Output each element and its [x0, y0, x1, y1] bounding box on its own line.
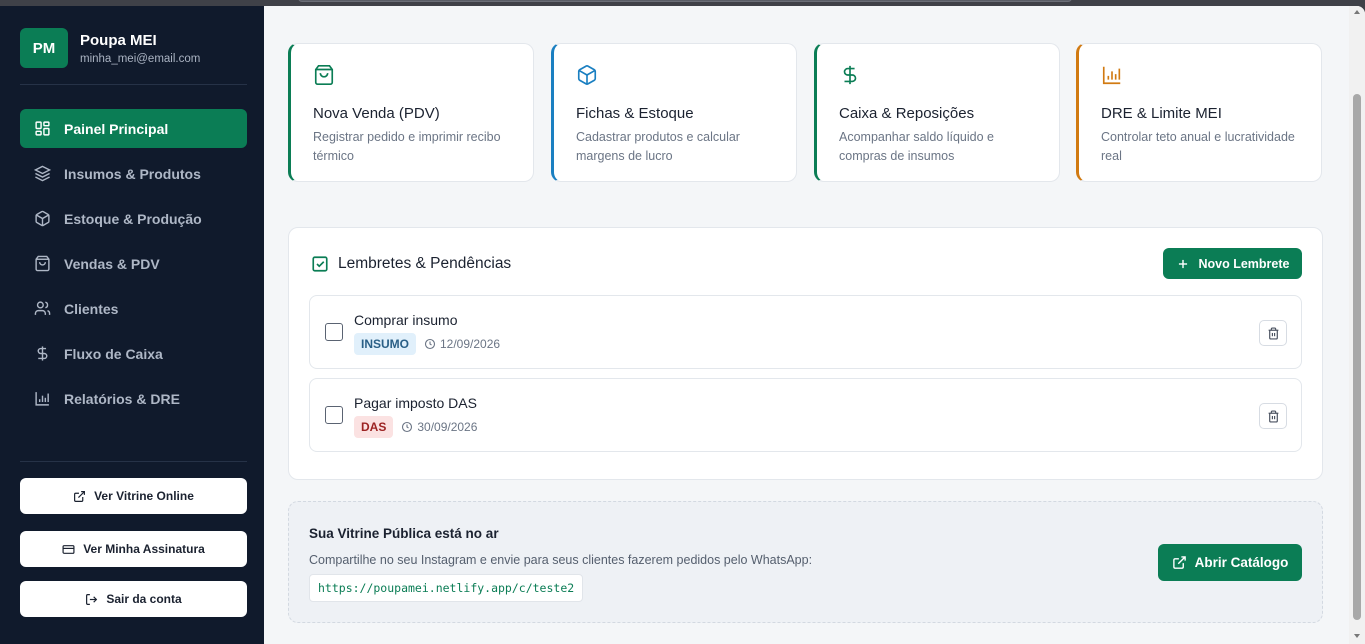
check-square-icon	[312, 256, 328, 272]
sidebar-divider	[20, 461, 247, 462]
reminder-item: Comprar insumo INSUMO 12/09/2026	[309, 295, 1302, 369]
box-icon	[577, 65, 597, 85]
sidebar-item-insumos-produtos[interactable]: Insumos & Produtos	[20, 154, 247, 193]
reminder-item: Pagar imposto DAS DAS 30/09/2026	[309, 378, 1302, 452]
card-description: Acompanhar saldo líquido e compras de in…	[839, 130, 994, 163]
reminders-header: Lembretes & Pendências	[311, 255, 511, 273]
promo-title: Sua Vitrine Pública está no ar	[309, 526, 499, 541]
reminder-date: 30/09/2026	[401, 420, 477, 434]
add-reminder-button[interactable]: Novo Lembrete	[1163, 248, 1302, 279]
brand: PM Poupa MEI minha_mei@email.com	[20, 28, 200, 68]
plus-icon	[1178, 259, 1187, 268]
sidebar-item-clientes[interactable]: Clientes	[20, 289, 247, 328]
delete-reminder-button[interactable]	[1259, 403, 1287, 429]
card-title: DRE & Limite MEI	[1101, 105, 1222, 122]
dollar-icon	[37, 346, 48, 361]
storefront-url[interactable]: https://poupamei.netlify.app/c/teste2	[309, 574, 584, 602]
sidebar-item-estoque-producao[interactable]: Estoque & Produção	[20, 199, 247, 238]
card-dre-limite[interactable]: DRE & Limite MEI Controlar teto anual e …	[1076, 43, 1322, 182]
address-bar[interactable]	[298, 0, 1072, 2]
clock-icon	[402, 421, 413, 433]
sidebar-item-label: Vendas & PDV	[64, 255, 160, 272]
storefront-promo: Sua Vitrine Pública está no ar Compartil…	[288, 501, 1323, 623]
open-catalog-label: Abrir Catálogo	[1194, 555, 1289, 570]
reminder-title: Pagar imposto DAS	[354, 395, 477, 411]
trash-icon	[1268, 409, 1278, 423]
users-icon	[34, 301, 51, 315]
reminder-checkbox[interactable]	[325, 406, 343, 424]
card-title: Fichas & Estoque	[576, 105, 694, 122]
shopping-bag-icon	[314, 65, 334, 85]
open-catalog-button[interactable]: Abrir Catálogo	[1158, 544, 1302, 581]
view-subscription-button[interactable]: Ver Minha Assinatura	[20, 531, 247, 567]
view-storefront-button[interactable]: Ver Vitrine Online	[20, 478, 247, 514]
grid-icon	[35, 121, 50, 136]
sidebar-divider	[20, 84, 247, 85]
sidebar: PM Poupa MEI minha_mei@email.com Painel …	[0, 6, 264, 644]
sidebar-item-label: Estoque & Produção	[64, 210, 202, 227]
reminder-date-text: 30/09/2026	[417, 420, 478, 434]
dollar-icon	[843, 65, 857, 85]
clock-icon	[424, 338, 436, 350]
external-link-icon	[1172, 556, 1186, 569]
sidebar-item-relatorios-dre[interactable]: Relatórios & DRE	[20, 379, 247, 418]
reminders-title: Lembretes & Pendências	[338, 255, 512, 272]
reminder-tag: INSUMO	[354, 333, 416, 355]
bar-chart-icon	[1102, 66, 1121, 85]
reminder-date-text: 12/09/2026	[440, 337, 501, 351]
sidebar-item-painel-principal[interactable]: Painel Principal	[20, 109, 247, 148]
delete-reminder-button[interactable]	[1259, 320, 1287, 346]
logout-icon	[86, 593, 98, 605]
brand-name: Poupa MEI	[80, 31, 157, 49]
avatar: PM	[20, 28, 68, 68]
card-caixa-reposicoes[interactable]: Caixa & Reposições Acompanhar saldo líqu…	[814, 43, 1060, 182]
sidebar-item-label: Insumos & Produtos	[64, 165, 201, 182]
layers-icon	[34, 165, 51, 182]
app-window: PM Poupa MEI minha_mei@email.com Painel …	[0, 6, 1365, 644]
logout-label: Sair da conta	[106, 592, 182, 606]
trash-icon	[1268, 326, 1278, 340]
sidebar-item-label: Clientes	[64, 300, 119, 317]
reminder-tag: DAS	[354, 416, 394, 438]
scroll-down-arrow-icon[interactable]	[1354, 634, 1360, 638]
main-content: Nova Venda (PDV) Registrar pedido e impr…	[264, 6, 1349, 644]
reminders-panel: Lembretes & Pendências Novo Lembrete Com…	[288, 227, 1323, 480]
sidebar-item-label: Relatórios & DRE	[64, 390, 180, 407]
reminder-checkbox[interactable]	[325, 323, 343, 341]
credit-card-icon	[62, 544, 75, 554]
card-description: Cadastrar produtos e calcular margens de…	[576, 130, 740, 163]
sidebar-nav: Painel Principal Insumos & Produtos Esto…	[20, 109, 247, 424]
card-description: Controlar teto anual e lucratividade rea…	[1101, 130, 1295, 163]
view-storefront-label: Ver Vitrine Online	[94, 489, 194, 503]
bar-chart-icon	[35, 392, 49, 406]
sidebar-item-vendas-pdv[interactable]: Vendas & PDV	[20, 244, 247, 283]
vertical-scrollbar[interactable]	[1349, 6, 1365, 644]
card-title: Caixa & Reposições	[839, 105, 975, 122]
user-email: minha_mei@email.com	[80, 52, 201, 65]
box-icon	[35, 210, 50, 227]
card-fichas-estoque[interactable]: Fichas & Estoque Cadastrar produtos e ca…	[551, 43, 797, 182]
shopping-bag-icon	[35, 255, 50, 272]
external-link-icon	[74, 490, 86, 502]
sidebar-item-fluxo-caixa[interactable]: Fluxo de Caixa	[20, 334, 247, 373]
sidebar-item-label: Fluxo de Caixa	[64, 345, 163, 362]
sidebar-item-label: Painel Principal	[64, 120, 169, 137]
scrollbar-thumb[interactable]	[1353, 94, 1361, 620]
reminder-title: Comprar insumo	[354, 312, 458, 328]
scroll-up-arrow-icon[interactable]	[1354, 10, 1360, 14]
card-title: Nova Venda (PDV)	[313, 105, 440, 122]
card-description: Registrar pedido e imprimir recibo térmi…	[313, 130, 501, 163]
card-nova-venda[interactable]: Nova Venda (PDV) Registrar pedido e impr…	[288, 43, 534, 182]
reminder-date: 12/09/2026	[424, 337, 500, 351]
logout-button[interactable]: Sair da conta	[20, 581, 247, 617]
view-subscription-label: Ver Minha Assinatura	[83, 542, 205, 556]
add-reminder-label: Novo Lembrete	[1198, 256, 1290, 271]
promo-description: Compartilhe no seu Instagram e envie par…	[309, 553, 813, 567]
